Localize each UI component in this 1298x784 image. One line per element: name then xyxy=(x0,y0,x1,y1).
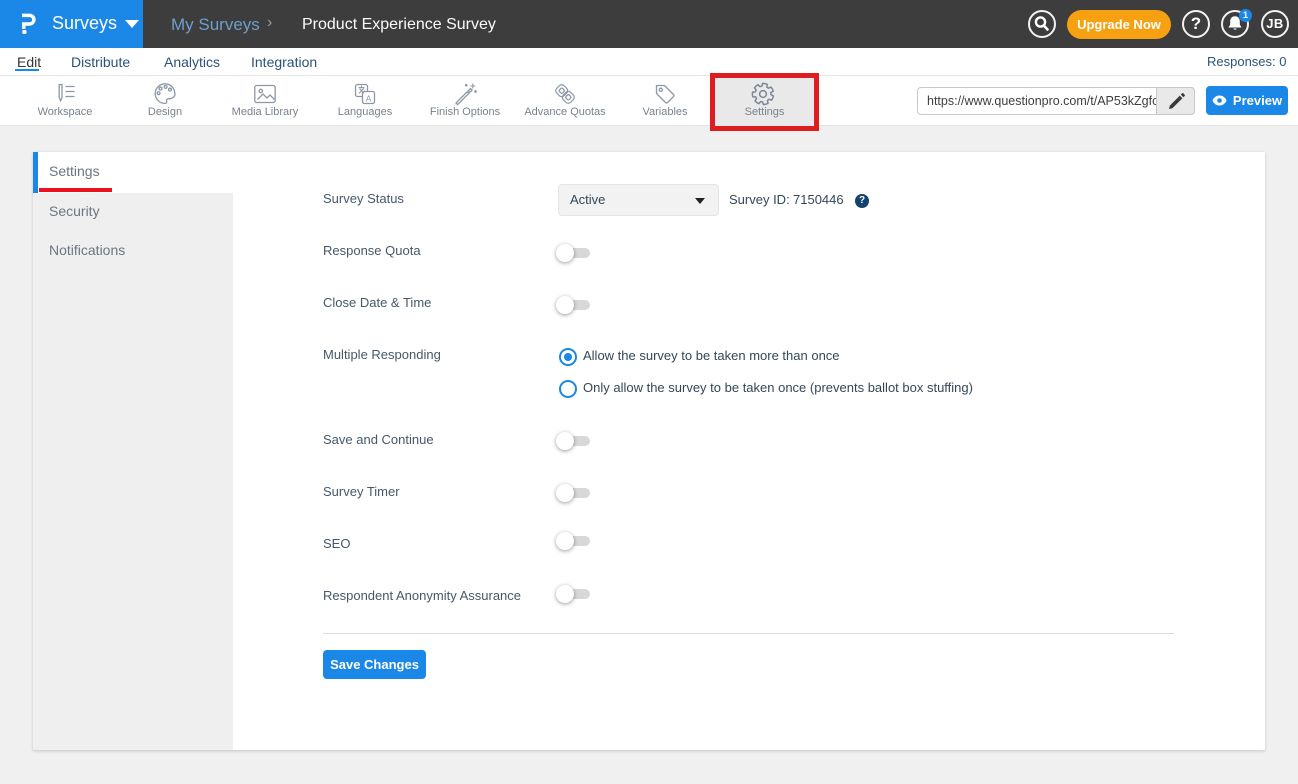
svg-text:A: A xyxy=(366,93,372,103)
